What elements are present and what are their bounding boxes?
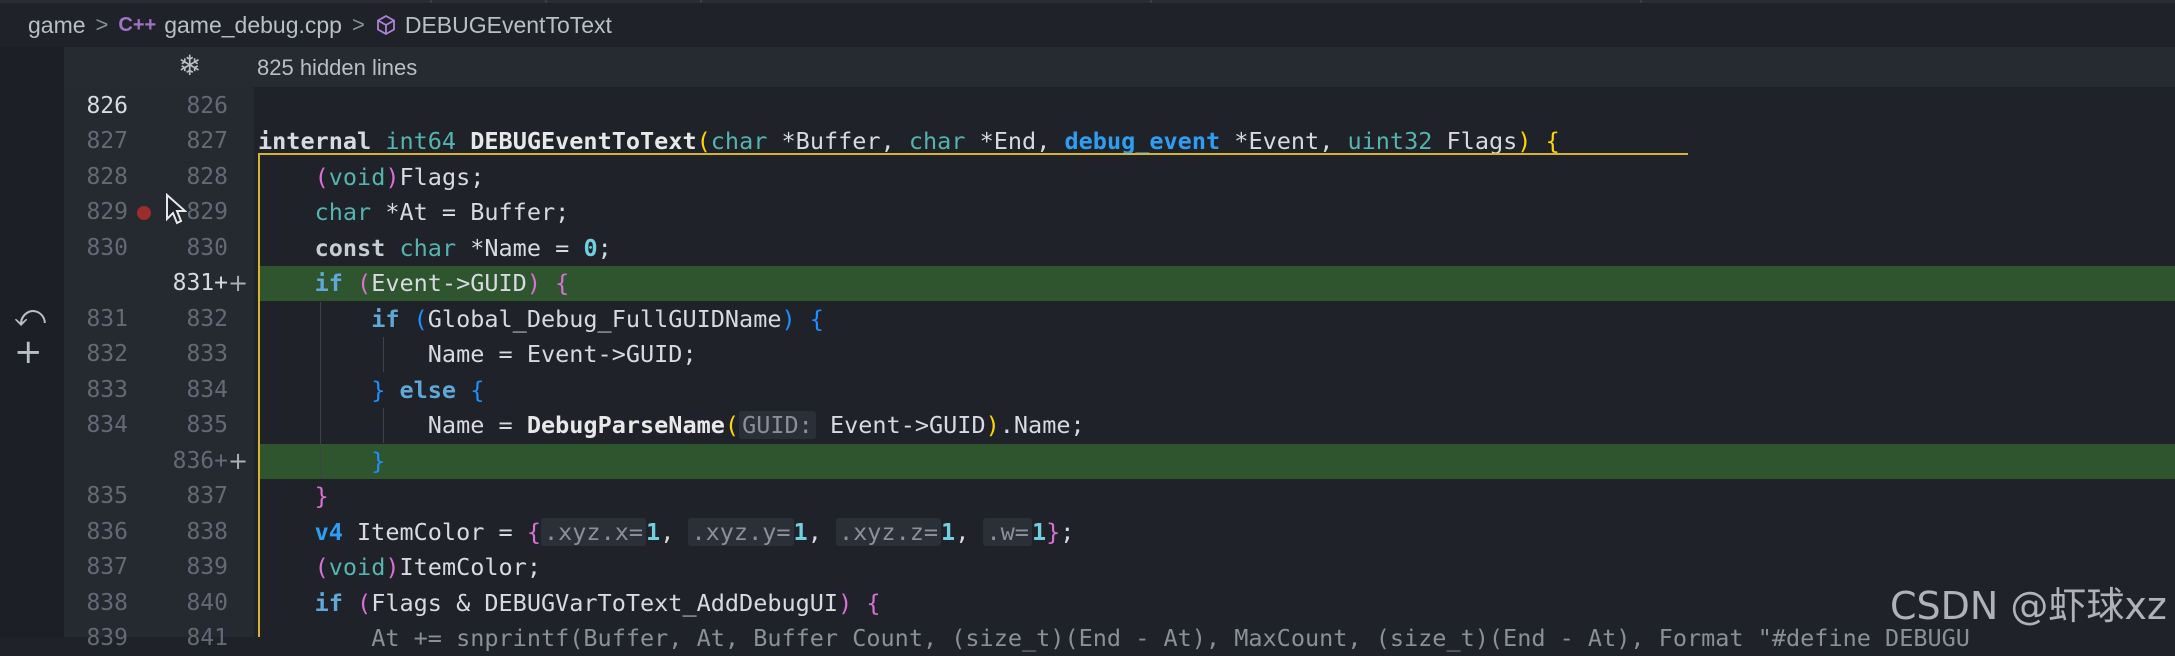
- old-line-number: 833: [86, 377, 128, 403]
- parameter-hint: GUID:: [739, 411, 816, 439]
- code-line[interactable]: 826 826: [0, 89, 2175, 124]
- scope-guide: [258, 155, 260, 637]
- old-line-number: 838: [86, 590, 128, 616]
- new-line-number: 837: [186, 483, 228, 509]
- chevron-right-icon: >: [95, 12, 109, 37]
- new-line-number: 829: [186, 199, 228, 225]
- code-text: (void)Flags;: [314, 163, 485, 191]
- indent-guide: [320, 302, 321, 479]
- code-line[interactable]: 834 835 Name = DebugParseName(GUID: Even…: [0, 408, 2175, 443]
- new-line-number: 827: [186, 128, 228, 154]
- code-text: (void)ItemColor;: [314, 553, 541, 581]
- old-line-number: 835: [86, 483, 128, 509]
- breakpoint-icon[interactable]: [137, 206, 151, 220]
- new-line-number: 832: [186, 306, 228, 332]
- code-text: Name = Event->GUID;: [427, 340, 697, 368]
- new-line-number: 828: [186, 164, 228, 190]
- chevron-right-icon: >: [351, 12, 365, 37]
- code-text: }: [371, 447, 386, 475]
- breadcrumb-item-folder[interactable]: game: [28, 12, 86, 39]
- new-line-number: 835: [186, 412, 228, 438]
- new-line-number: 830: [186, 235, 228, 261]
- breadcrumb: game > C++ game_debug.cpp > DEBUGEventTo…: [0, 3, 2175, 47]
- indent-guide: [383, 337, 384, 372]
- code-text: At += snprintf(Buffer, At, Buffer Count,…: [371, 624, 1970, 652]
- old-line-number: 831: [86, 306, 128, 332]
- code-text: if (Flags & DEBUGVarToText_AddDebugUI) {: [314, 589, 881, 617]
- code-line[interactable]: 829 829 char *At = Buffer;: [0, 195, 2175, 230]
- snowflake-icon[interactable]: ❄: [178, 49, 201, 82]
- code-line[interactable]: 832 833 Name = Event->GUID;: [0, 337, 2175, 372]
- code-text: v4 ItemColor = {.xyz.x= 1, .xyz.y= 1, .xyz…: [314, 518, 1075, 546]
- cursor-icon: [165, 192, 188, 229]
- code-line[interactable]: 828 828 (void)Flags;: [0, 160, 2175, 195]
- cube-icon: [375, 14, 397, 36]
- new-line-number: 838: [186, 519, 228, 545]
- old-line-number: 832: [86, 341, 128, 367]
- cpp-file-icon: C++: [118, 13, 157, 36]
- hidden-lines-bar[interactable]: ❄ 825 hidden lines: [64, 47, 2175, 87]
- old-line-number: 829: [86, 199, 128, 225]
- added-line-marker: +: [228, 269, 249, 297]
- new-line-number: 841: [186, 625, 228, 651]
- code-text: if (Global_Debug_FullGUIDName) {: [371, 305, 824, 333]
- breadcrumb-item-file[interactable]: C++ game_debug.cpp: [118, 12, 342, 39]
- indent-guide: [383, 408, 384, 443]
- code-line[interactable]: 831 832 if (Global_Debug_FullGUIDName) {: [0, 302, 2175, 337]
- old-line-number: 836: [86, 519, 128, 545]
- code-text: if (Event->GUID) {: [314, 269, 570, 297]
- code-line-added[interactable]: 836+ }: [0, 444, 2175, 479]
- code-line[interactable]: 836 838 v4 ItemColor = {.xyz.x= 1, .xyz.y…: [0, 515, 2175, 550]
- new-line-number: 834: [186, 377, 228, 403]
- watermark: CSDN @虾球xz: [1890, 584, 2167, 628]
- hidden-lines-label: 825 hidden lines: [257, 55, 418, 80]
- old-line-number: 837: [86, 554, 128, 580]
- old-line-number: 827: [86, 128, 128, 154]
- old-line-number: 834: [86, 412, 128, 438]
- code-line[interactable]: 837 839 (void)ItemColor;: [0, 550, 2175, 585]
- new-line-number: 831+: [172, 270, 228, 296]
- code-text: Name = DebugParseName(GUID: Event->GUID)…: [427, 411, 1085, 439]
- code-line[interactable]: 830 830 const char *Name = 0;: [0, 231, 2175, 266]
- added-line-marker: +: [228, 447, 249, 475]
- code-text: const char *Name = 0;: [314, 234, 612, 262]
- old-line-number: 830: [86, 235, 128, 261]
- code-text: } else {: [371, 376, 485, 404]
- new-line-number: 833: [186, 341, 228, 367]
- code-text: char *At = Buffer;: [314, 198, 570, 226]
- new-line-number: 839: [186, 554, 228, 580]
- code-line[interactable]: 835 837 }: [0, 479, 2175, 514]
- new-line-number: 836+: [172, 448, 228, 474]
- added-line-highlight: [258, 444, 2175, 479]
- old-line-number: 826: [86, 93, 128, 119]
- code-line-added[interactable]: 831+ if (Event->GUID) {: [0, 266, 2175, 301]
- old-line-number: 839: [86, 625, 128, 651]
- code-line[interactable]: 839 841 At += snprintf(Buffer, At, Buffe…: [0, 621, 2175, 656]
- code-line[interactable]: 833 834 } else {: [0, 373, 2175, 408]
- code-text: }: [314, 482, 329, 510]
- new-line-number: 826: [186, 93, 228, 119]
- new-line-number: 840: [186, 590, 228, 616]
- code-line[interactable]: 838 840 if (Flags & DEBUGVarToText_AddDe…: [0, 586, 2175, 621]
- old-line-number: 828: [86, 164, 128, 190]
- breadcrumb-item-symbol[interactable]: DEBUGEventToText: [375, 12, 612, 39]
- scope-guide-top: [258, 153, 1688, 155]
